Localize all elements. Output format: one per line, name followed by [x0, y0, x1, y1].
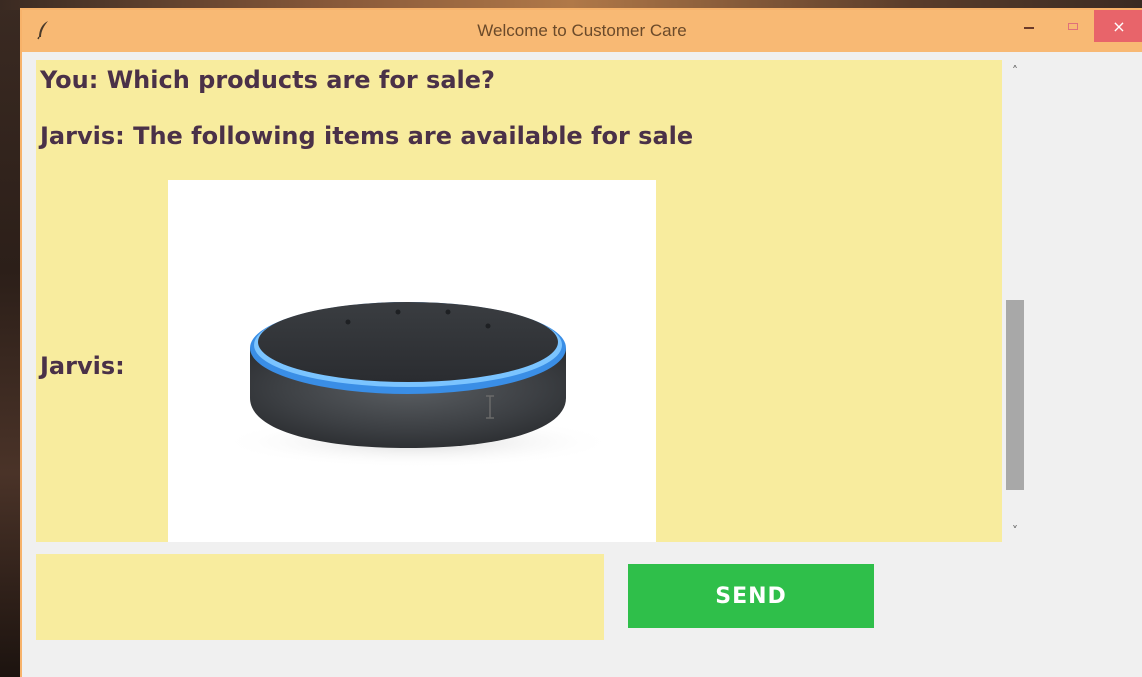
chat-message-bot: Jarvis: The following items are availabl… [40, 122, 694, 150]
title-bar[interactable]: Welcome to Customer Care × [22, 10, 1142, 52]
minimize-icon [1024, 27, 1034, 29]
customer-care-window: Welcome to Customer Care × You: Which pr… [20, 8, 1142, 677]
close-icon: × [1112, 16, 1126, 36]
scrollbar-thumb[interactable] [1006, 300, 1024, 490]
chat-message-bot-image-label: Jarvis: [40, 352, 125, 380]
chat-message-user: You: Which products are for sale? [40, 66, 495, 94]
scroll-down-arrow-icon[interactable]: ˅ [1002, 520, 1028, 542]
maximize-button[interactable] [1058, 10, 1088, 42]
minimize-button[interactable] [1014, 10, 1044, 42]
product-image [168, 180, 656, 542]
message-input[interactable] [36, 554, 604, 640]
chat-log[interactable]: You: Which products are for sale? Jarvis… [36, 60, 1002, 542]
window-title: Welcome to Customer Care [477, 21, 687, 40]
close-button[interactable]: × [1094, 10, 1142, 42]
chat-scrollbar[interactable]: ˄ ˅ [1002, 60, 1028, 542]
desktop-background-left [0, 0, 22, 677]
scroll-up-arrow-icon[interactable]: ˄ [1002, 60, 1028, 82]
send-button[interactable]: SEND [628, 564, 874, 628]
smart-speaker-illustration [218, 302, 618, 468]
maximize-icon [1068, 22, 1078, 30]
